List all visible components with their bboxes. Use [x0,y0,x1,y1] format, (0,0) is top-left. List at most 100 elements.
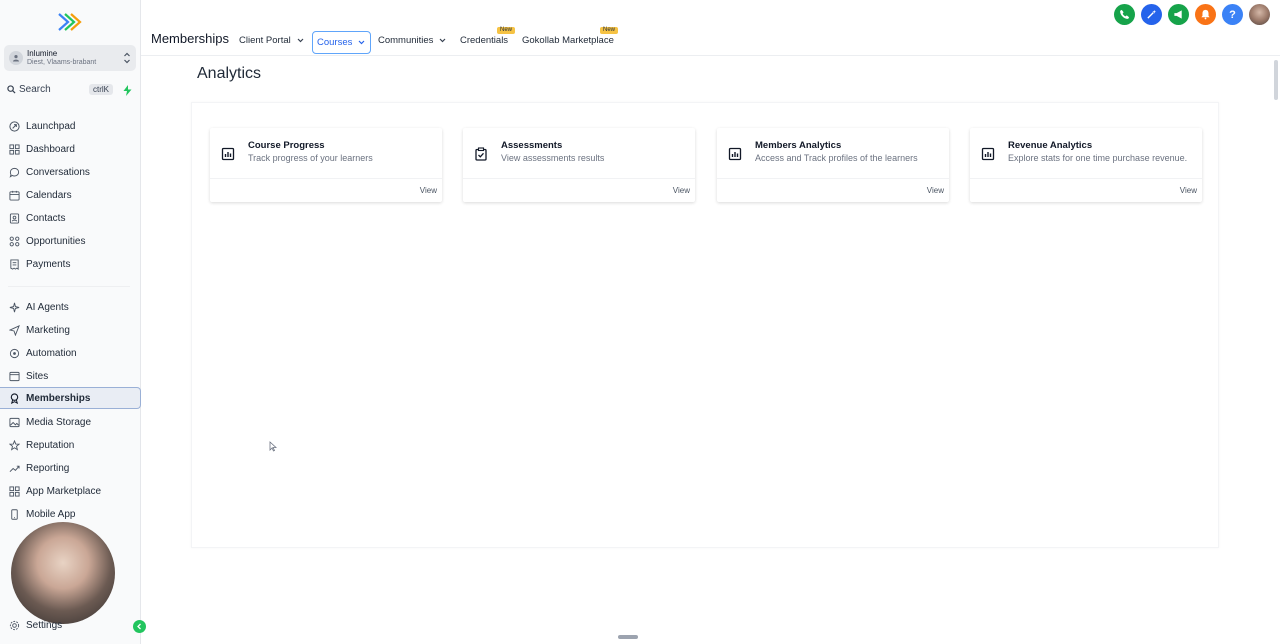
chevron-down-icon [358,40,365,45]
card-course-progress[interactable]: Course Progress Track progress of your l… [210,128,442,202]
card-description: Track progress of your learners [248,153,373,163]
sidebar-item-label: Opportunities [26,235,86,247]
sidebar-item-marketing[interactable]: Marketing [0,319,141,341]
star-icon [9,439,20,451]
user-avatar[interactable] [1249,4,1270,25]
card-members-analytics[interactable]: Members Analytics Access and Track profi… [717,128,949,202]
account-avatar-icon [9,51,23,65]
chart-icon [981,147,995,161]
account-name: Inlumine [27,49,58,58]
sidebar-item-label: Mobile App [26,508,76,520]
help-button[interactable]: ? [1222,4,1243,25]
logo-icon[interactable] [57,11,83,33]
sidebar-item-label: Marketing [26,324,70,336]
new-badge: New [497,27,516,34]
search-shortcut: ctrlK [89,84,113,95]
sidebar-item-conversations[interactable]: Conversations [0,161,141,183]
question-icon: ? [1229,8,1236,21]
sidebar-item-memberships[interactable]: Memberships [0,387,141,409]
sidebar-item-launchpad[interactable]: Launchpad [0,115,141,137]
sidebar-item-label: Reputation [26,439,75,451]
view-link[interactable]: View [927,186,944,195]
sidebar-item-app-marketplace[interactable]: App Marketplace [0,480,141,502]
sidebar-item-label: Contacts [26,212,66,224]
contacts-icon [9,212,20,224]
search-bar[interactable]: Search ctrlK [5,82,113,98]
card-divider [970,178,1202,179]
image-icon [9,417,20,427]
tab-label: Communities [378,34,434,46]
card-title: Course Progress [248,140,325,151]
card-description: View assessments results [501,153,605,163]
card-revenue-analytics[interactable]: Revenue Analytics Explore stats for one … [970,128,1202,202]
search-label: Search [19,84,51,95]
sidebar: Inlumine Diest, Vlaams-brabant Search ct… [0,0,146,644]
sidebar-item-opportunities[interactable]: Opportunities [0,230,141,252]
sidebar-item-label: Media Storage [26,416,92,428]
notifications-button[interactable] [1195,4,1216,25]
tab-label: Gokollab Marketplace [522,34,614,46]
phone-button[interactable] [1114,4,1135,25]
top-icon-group: ? [1114,4,1270,25]
trend-icon [9,465,20,472]
sidebar-item-label: Dashboard [26,143,75,155]
sidebar-item-dashboard[interactable]: Dashboard [0,138,141,160]
bottom-handle[interactable] [618,635,638,639]
grid-icon [9,485,20,497]
magic-button[interactable] [1141,4,1162,25]
sidebar-item-sites[interactable]: Sites [0,365,141,387]
page-title: Analytics [197,65,262,82]
tab-client-portal[interactable]: Client Portal [239,31,305,49]
bolt-icon [123,84,131,96]
sidebar-item-reputation[interactable]: Reputation [0,434,141,456]
tab-communities[interactable]: Communities [378,31,447,49]
tab-courses[interactable]: Courses [312,31,372,54]
sidebar-item-label: Settings [26,619,63,631]
chevron-updown-icon [124,52,130,64]
view-link[interactable]: View [1180,186,1197,195]
sidebar-item-label: App Marketplace [26,485,102,497]
chevron-left-icon [137,623,141,630]
sidebar-item-automation[interactable]: Automation [0,342,141,364]
sidebar-item-payments[interactable]: Payments [0,253,141,275]
sidebar-item-reporting[interactable]: Reporting [0,457,141,479]
collapse-sidebar-button[interactable] [133,620,146,633]
sidebar-item-label: Conversations [26,166,90,178]
view-link[interactable]: View [673,186,690,195]
sidebar-item-label: AI Agents [26,301,69,313]
webcam-overlay [11,522,115,624]
announcements-button[interactable] [1168,4,1189,25]
sidebar-item-label: Payments [26,258,71,270]
page-scrollbar[interactable] [1274,60,1278,100]
chevron-down-icon [440,38,446,42]
card-title: Assessments [501,140,563,151]
sidebar-item-settings[interactable]: Settings [0,614,141,636]
tab-label: Client Portal [239,34,291,46]
sidebar-item-contacts[interactable]: Contacts [0,207,141,229]
sidebar-item-calendars[interactable]: Calendars [0,184,141,206]
card-assessments[interactable]: Assessments View assessments results Vie… [463,128,695,202]
sidebar-item-ai-agents[interactable]: AI Agents [0,296,141,318]
tab-label: Courses [317,37,353,48]
search-icon [7,85,16,94]
mouse-cursor-icon [269,441,277,452]
sidebar-item-media-storage[interactable]: Media Storage [0,411,141,433]
phone-icon [1120,9,1130,19]
mobile-icon [11,508,18,520]
top-bar: Memberships Client Portal Courses Commun… [141,0,1280,56]
new-badge: New [600,27,619,34]
send-icon [9,324,20,336]
account-switcher[interactable]: Inlumine Diest, Vlaams-brabant [4,45,136,71]
bell-icon [1201,9,1210,20]
magic-wand-icon [1147,9,1157,19]
view-link[interactable]: View [420,186,437,195]
clipboard-check-icon [475,147,487,161]
chart-icon [728,147,742,161]
calendar-icon [9,190,20,201]
card-title: Members Analytics [755,140,842,151]
account-location: Diest, Vlaams-brabant [27,59,97,66]
quick-action-button[interactable] [120,82,134,98]
chart-icon [221,147,235,161]
sidebar-item-label: Memberships [26,392,91,404]
sidebar-item-label: Automation [26,347,77,359]
